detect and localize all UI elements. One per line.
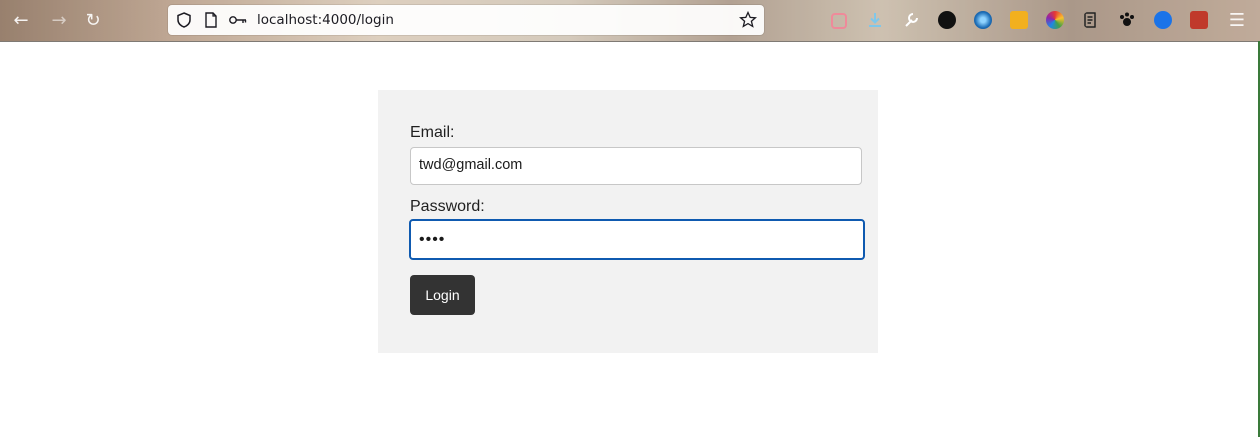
shield-icon[interactable] xyxy=(175,11,193,29)
back-arrow-icon: ← xyxy=(13,10,29,31)
password-label: Password: xyxy=(410,198,485,215)
login-form-card: Email: twd@gmail.com Password: •••• Logi… xyxy=(378,90,878,353)
key-icon[interactable] xyxy=(228,11,248,29)
forward-arrow-icon: → xyxy=(51,10,67,31)
pocket-icon[interactable] xyxy=(831,13,847,29)
forward-button[interactable]: → xyxy=(48,10,70,32)
red-extension-icon[interactable] xyxy=(1190,11,1208,29)
back-button[interactable]: ← xyxy=(10,10,32,32)
url-text[interactable]: localhost:4000/login xyxy=(257,12,394,28)
email-value[interactable]: twd@gmail.com xyxy=(419,157,522,173)
color-wheel-icon[interactable] xyxy=(1046,11,1064,29)
wrench-icon[interactable] xyxy=(902,11,920,29)
notes-icon[interactable] xyxy=(1082,11,1100,29)
reload-icon: ↻ xyxy=(85,10,101,31)
yellow-extension-icon[interactable] xyxy=(1010,11,1028,29)
email-field[interactable]: twd@gmail.com xyxy=(410,147,862,185)
globe-extension-icon[interactable] xyxy=(974,11,992,29)
browser-toolbar: ← → ↻ localhost:4000/login ☰ xyxy=(0,0,1260,42)
login-button[interactable]: Login xyxy=(410,275,475,315)
download-icon[interactable] xyxy=(866,11,884,29)
email-label: Email: xyxy=(410,124,455,141)
reload-button[interactable]: ↻ xyxy=(82,10,104,32)
hamburger-menu-icon: ☰ xyxy=(1228,10,1246,31)
app-menu-button[interactable]: ☰ xyxy=(1226,10,1248,32)
password-field[interactable]: •••• xyxy=(409,219,865,260)
play-extension-icon[interactable] xyxy=(1154,11,1172,29)
login-button-label: Login xyxy=(425,287,460,303)
paw-icon[interactable] xyxy=(1118,11,1136,29)
bookmark-star-icon[interactable] xyxy=(739,11,757,29)
address-bar[interactable]: localhost:4000/login xyxy=(168,5,764,35)
password-value[interactable]: •••• xyxy=(419,231,445,249)
twd-extension-icon[interactable] xyxy=(938,11,956,29)
page-icon[interactable] xyxy=(202,11,220,29)
